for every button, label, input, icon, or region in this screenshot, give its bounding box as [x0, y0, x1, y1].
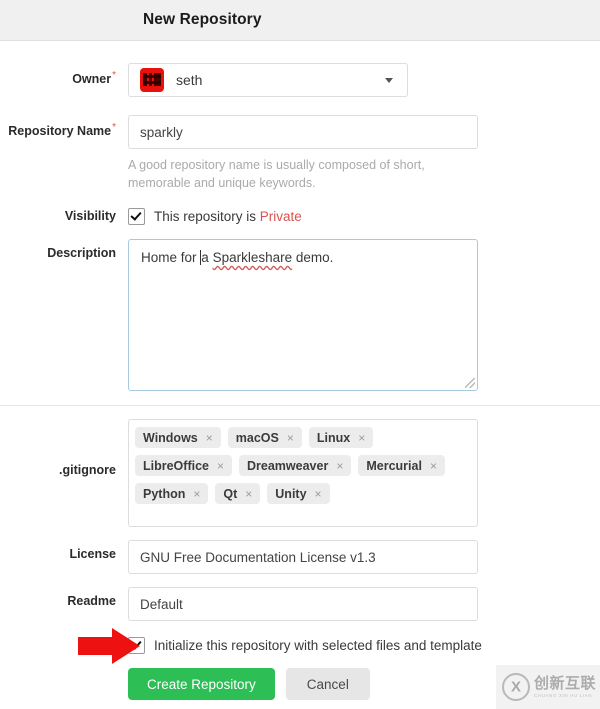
license-row: License GNU Free Documentation License v…	[0, 540, 600, 574]
visibility-label-text: Visibility	[64, 209, 116, 223]
owner-select[interactable]: seth	[128, 63, 408, 97]
readme-field-col: Default	[128, 587, 600, 621]
gitignore-tag-label: Windows	[143, 430, 198, 445]
page-title: New Repository	[143, 11, 262, 28]
license-field-col: GNU Free Documentation License v1.3	[128, 540, 600, 574]
repository-name-field-col: sparkly A good repository name is usuall…	[128, 115, 600, 192]
gitignore-tag[interactable]: LibreOffice ×	[135, 455, 233, 476]
actions-label-col	[0, 658, 128, 665]
readme-row: Readme Default	[0, 587, 600, 621]
watermark-text: 创新互联 CHUANG XIN HU LIAN	[534, 674, 597, 699]
visibility-checkbox[interactable]	[128, 208, 145, 225]
initialize-checkbox[interactable]	[128, 637, 145, 654]
gitignore-tag-label: Unity	[275, 486, 307, 501]
owner-field-col: seth	[128, 63, 600, 97]
gitignore-tag-label: Dreamweaver	[247, 458, 329, 473]
remove-tag-icon[interactable]: ×	[245, 487, 252, 501]
repository-name-value: sparkly	[140, 124, 183, 140]
description-label: Description	[0, 239, 128, 260]
section-divider	[0, 405, 600, 406]
chevron-down-icon[interactable]	[385, 78, 393, 83]
gitignore-field-col: Windows × macOS × Linux × LibreOffice × Dreamwea…	[128, 419, 600, 527]
gitignore-tag-label: Python	[143, 486, 186, 501]
dialog-header: New Repository	[0, 0, 600, 41]
remove-tag-icon[interactable]: ×	[193, 487, 200, 501]
gitignore-tag[interactable]: Python ×	[135, 483, 209, 504]
gitignore-tag[interactable]: macOS ×	[227, 427, 302, 448]
gitignore-row: .gitignore Windows × macOS × Linux × LibreOffi…	[0, 419, 600, 527]
visibility-checkline: This repository is Private	[128, 202, 600, 225]
gitignore-label-text: .gitignore	[59, 463, 116, 477]
watermark-sub-text: CHUANG XIN HU LIAN	[534, 692, 593, 698]
initialize-row: Initialize this repository with selected…	[0, 631, 600, 654]
description-label-text: Description	[47, 246, 116, 260]
gitignore-tag-label: macOS	[235, 430, 279, 445]
remove-tag-icon[interactable]: ×	[287, 431, 294, 445]
repository-name-row: Repository Name* sparkly A good reposito…	[0, 115, 600, 192]
description-field-col: Home for a Sparkleshare demo.	[128, 239, 600, 391]
visibility-text-prefix: This repository is	[154, 209, 260, 224]
repository-name-required-marker: *	[112, 122, 116, 133]
readme-label-text: Readme	[67, 594, 116, 608]
remove-tag-icon[interactable]: ×	[206, 431, 213, 445]
repository-form-top: Owner* seth Repository Name* sparkly A g…	[0, 41, 600, 391]
owner-row: Owner* seth	[0, 63, 600, 97]
visibility-row: Visibility This repository is Private	[0, 202, 600, 225]
remove-tag-icon[interactable]: ×	[336, 459, 343, 473]
remove-tag-icon[interactable]: ×	[315, 487, 322, 501]
gitignore-tag-input[interactable]: Windows × macOS × Linux × LibreOffice × Dreamwea…	[128, 419, 478, 527]
repository-name-label: Repository Name*	[0, 115, 128, 138]
description-caret-word: a	[201, 250, 209, 265]
owner-label-text: Owner	[72, 72, 112, 87]
description-row: Description Home for a Sparkleshare demo…	[0, 239, 600, 391]
site-watermark: 创新互联 CHUANG XIN HU LIAN	[496, 665, 600, 709]
license-select[interactable]: GNU Free Documentation License v1.3	[128, 540, 478, 574]
initialize-label: Initialize this repository with selected…	[154, 638, 482, 653]
cancel-button[interactable]: Cancel	[285, 668, 370, 700]
visibility-label: Visibility	[0, 202, 128, 223]
repository-form-bottom: .gitignore Windows × macOS × Linux × LibreOffi…	[0, 419, 600, 700]
license-label-text: License	[69, 547, 116, 561]
owner-required-marker: *	[112, 70, 116, 81]
license-label: License	[0, 540, 128, 561]
readme-label: Readme	[0, 587, 128, 608]
gitignore-label: .gitignore	[0, 419, 128, 477]
gitignore-tag[interactable]: Qt ×	[215, 483, 261, 504]
gitignore-tag-label: LibreOffice	[143, 458, 209, 473]
gitignore-tag-label: Qt	[223, 486, 238, 501]
description-misspelled-word: Sparkleshare	[212, 250, 293, 265]
owner-label: Owner*	[0, 63, 128, 86]
license-value: GNU Free Documentation License v1.3	[140, 549, 376, 565]
gitignore-tag[interactable]: Mercurial ×	[358, 455, 445, 476]
watermark-cn-text: 创新互联	[534, 674, 597, 692]
gitignore-tag[interactable]: Dreamweaver ×	[239, 455, 352, 476]
gitignore-tag[interactable]: Unity ×	[267, 483, 330, 504]
avatar	[140, 68, 164, 92]
gitignore-tag[interactable]: Linux ×	[308, 427, 374, 448]
repository-name-label-text: Repository Name	[8, 124, 112, 139]
watermark-logo-icon	[502, 673, 530, 701]
initialize-field-col: Initialize this repository with selected…	[128, 631, 600, 654]
readme-select[interactable]: Default	[128, 587, 478, 621]
textarea-resize-handle[interactable]	[465, 378, 475, 388]
readme-value: Default	[140, 596, 183, 612]
owner-value: seth	[176, 72, 203, 88]
initialize-label-col	[0, 631, 128, 638]
visibility-private-label: Private	[259, 209, 302, 224]
description-text-before: Home for	[141, 250, 201, 265]
remove-tag-icon[interactable]: ×	[430, 459, 437, 473]
initialize-checkline: Initialize this repository with selected…	[128, 631, 600, 654]
visibility-text: This repository is Private	[154, 209, 302, 224]
gitignore-tag-label: Mercurial	[366, 458, 422, 473]
repository-name-input[interactable]: sparkly	[128, 115, 478, 149]
description-text-after: demo.	[292, 250, 334, 265]
gitignore-tag[interactable]: Windows ×	[135, 427, 221, 448]
description-textarea[interactable]: Home for a Sparkleshare demo.	[128, 239, 478, 391]
remove-tag-icon[interactable]: ×	[217, 459, 224, 473]
remove-tag-icon[interactable]: ×	[358, 431, 365, 445]
gitignore-tag-label: Linux	[316, 430, 351, 445]
repository-name-help: A good repository name is usually compos…	[128, 158, 425, 190]
create-repository-button[interactable]: Create Repository	[128, 668, 275, 700]
visibility-field-col: This repository is Private	[128, 202, 600, 225]
